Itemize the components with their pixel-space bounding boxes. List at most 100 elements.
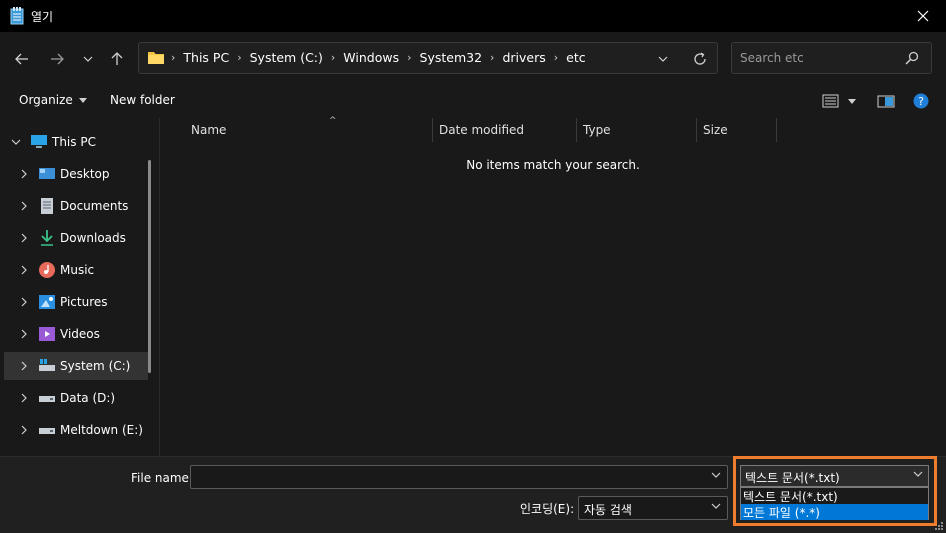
help-icon[interactable]: ?	[913, 93, 929, 109]
refresh-icon	[694, 52, 706, 65]
organize-label: Organize	[19, 93, 73, 107]
sidebar-item-label: Music	[60, 263, 95, 277]
breadcrumb-windows[interactable]: Windows	[343, 50, 399, 65]
address-history-button[interactable]	[655, 51, 671, 67]
chevron-down-icon	[658, 56, 668, 62]
column-header-date-modified[interactable]: Date modified	[433, 118, 577, 142]
chevron-right-icon[interactable]	[19, 233, 29, 243]
sidebar-item-system-c[interactable]: System (C:)	[4, 352, 148, 380]
breadcrumb-this-pc[interactable]: This PC	[183, 50, 229, 65]
file-type-option-txt[interactable]: 텍스트 문서(*.txt)	[741, 488, 928, 504]
file-list[interactable]: Name ^ Date modified Type Size No items …	[160, 116, 946, 456]
chevron-down-icon	[83, 56, 93, 62]
file-type-select[interactable]: 텍스트 문서(*.txt)	[740, 465, 929, 487]
chevron-right-icon[interactable]	[19, 393, 29, 403]
breadcrumb-drivers[interactable]: drivers	[502, 50, 545, 65]
chevron-right-icon[interactable]	[19, 201, 29, 211]
forward-button[interactable]	[45, 47, 69, 71]
encoding-select[interactable]: 자동 검색	[578, 496, 728, 520]
chevron-right-icon[interactable]	[19, 425, 29, 435]
chevron-right-icon[interactable]	[19, 329, 29, 339]
search-input[interactable]	[740, 51, 900, 65]
arrow-right-icon	[51, 53, 64, 65]
navigation-bar: › This PC › System (C:) › Windows › Syst…	[0, 32, 946, 86]
breadcrumb-etc[interactable]: etc	[566, 50, 585, 65]
column-header-size[interactable]: Size	[697, 118, 777, 142]
sidebar-item-label: Documents	[60, 199, 129, 213]
chevron-down-icon[interactable]	[711, 472, 721, 478]
drive-icon	[39, 428, 55, 434]
view-dropdown-icon[interactable]	[846, 93, 858, 109]
desktop-icon	[39, 168, 55, 179]
sidebar-item-desktop[interactable]: Desktop	[0, 160, 152, 188]
breadcrumb-separator[interactable]: ›	[407, 51, 411, 64]
file-type-option-all[interactable]: 모든 파일 (*.*)	[741, 504, 928, 520]
file-name-field[interactable]	[190, 465, 728, 489]
sidebar-item-label: Data (D:)	[60, 391, 116, 405]
chevron-down-icon[interactable]	[11, 137, 21, 147]
command-bar: Organize New folder ?	[0, 86, 946, 116]
sidebar-item-meltdown-e[interactable]: Meltdown (E:)	[0, 416, 152, 444]
sidebar-item-downloads[interactable]: Downloads	[0, 224, 152, 252]
sidebar-item-this-pc[interactable]: This PC	[0, 128, 152, 156]
arrow-left-icon	[15, 53, 28, 65]
breadcrumb-system-c[interactable]: System (C:)	[250, 50, 323, 65]
sidebar-item-label: System (C:)	[60, 359, 131, 373]
column-header-type[interactable]: Type	[577, 118, 697, 142]
search-icon[interactable]	[905, 51, 919, 65]
sidebar-item-label: This PC	[52, 135, 96, 149]
computer-icon	[31, 135, 47, 148]
notepad-icon	[10, 7, 24, 25]
empty-message: No items match your search.	[466, 158, 640, 172]
chevron-right-icon[interactable]	[19, 297, 29, 307]
sidebar-item-label: Downloads	[60, 231, 126, 245]
up-button[interactable]	[105, 47, 129, 71]
preview-pane-icon[interactable]	[877, 93, 895, 109]
system-drive-icon	[39, 359, 55, 371]
column-separator[interactable]	[776, 118, 777, 142]
sidebar-scrollbar[interactable]	[148, 160, 151, 373]
breadcrumb-separator[interactable]: ›	[331, 51, 335, 64]
breadcrumb-separator: ›	[171, 51, 176, 64]
title-bar: 열기	[0, 0, 946, 32]
sidebar-item-label: Pictures	[60, 295, 108, 309]
view-options-icon[interactable]	[822, 93, 840, 109]
chevron-right-icon[interactable]	[19, 361, 29, 371]
sidebar-item-music[interactable]: Music	[0, 256, 152, 284]
close-button[interactable]	[900, 0, 946, 32]
address-bar[interactable]: › This PC › System (C:) › Windows › Syst…	[138, 42, 718, 74]
drive-icon	[39, 396, 55, 402]
breadcrumb-separator[interactable]: ›	[490, 51, 494, 64]
chevron-down-icon	[913, 471, 923, 477]
breadcrumb-separator[interactable]: ›	[554, 51, 558, 64]
organize-button[interactable]: Organize	[19, 93, 87, 107]
sidebar-item-label: Meltdown (E:)	[60, 423, 143, 437]
breadcrumb-separator[interactable]: ›	[237, 51, 241, 64]
breadcrumb-system32[interactable]: System32	[420, 50, 483, 65]
chevron-right-icon[interactable]	[19, 265, 29, 275]
sidebar-item-documents[interactable]: Documents	[0, 192, 152, 220]
documents-icon	[41, 198, 53, 214]
sidebar-item-pictures[interactable]: Pictures	[0, 288, 152, 316]
search-box[interactable]	[731, 42, 932, 74]
chevron-down-icon	[711, 503, 721, 509]
column-header-name[interactable]: Name ^	[185, 116, 433, 142]
file-type-dropdown-list: 텍스트 문서(*.txt) 모든 파일 (*.*)	[740, 487, 929, 520]
file-name-label: File name:	[131, 471, 193, 485]
chevron-right-icon[interactable]	[19, 169, 29, 179]
folder-icon	[148, 52, 164, 64]
new-folder-button[interactable]: New folder	[110, 93, 175, 107]
close-icon	[917, 10, 929, 22]
sidebar-item-label: Desktop	[60, 167, 110, 181]
navigation-pane: This PC Desktop Documents Downloads Musi…	[0, 118, 159, 456]
sidebar-item-videos[interactable]: Videos	[0, 320, 152, 348]
resize-grip-icon[interactable]	[935, 522, 943, 530]
videos-icon	[39, 327, 55, 341]
downloads-icon	[41, 230, 53, 246]
recent-locations-button[interactable]	[76, 47, 100, 71]
encoding-value: 자동 검색	[584, 503, 632, 517]
back-button[interactable]	[10, 47, 34, 71]
sidebar-item-data-d[interactable]: Data (D:)	[0, 384, 152, 412]
caret-down-icon	[78, 98, 87, 103]
refresh-button[interactable]	[691, 50, 709, 68]
